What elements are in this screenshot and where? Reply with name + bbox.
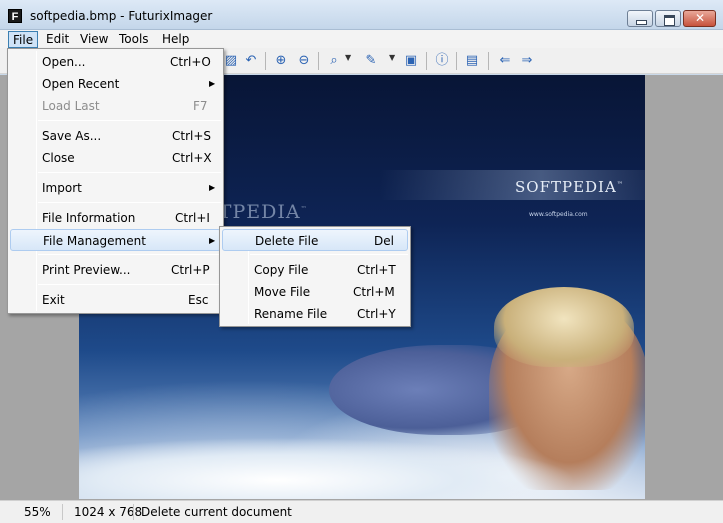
menu-separator bbox=[250, 254, 408, 255]
minimize-button[interactable] bbox=[627, 10, 653, 27]
menu-item-load-last: Load Last F7 bbox=[42, 99, 208, 113]
menu-separator bbox=[38, 254, 221, 255]
file-management-submenu: Delete File Del Copy File Ctrl+T Move Fi… bbox=[219, 226, 411, 327]
close-button[interactable] bbox=[683, 10, 716, 27]
toolbar-separator bbox=[318, 52, 319, 70]
status-dimensions: 1024 x 768 bbox=[74, 505, 143, 519]
menu-item-print-preview[interactable]: Print Preview... Ctrl+P bbox=[10, 259, 221, 281]
zoom-in-icon[interactable]: ⊕ bbox=[272, 52, 290, 70]
title-bar: F softpedia.bmp - FuturixImager bbox=[0, 0, 723, 30]
edit-dropdown-icon[interactable]: ✎ bbox=[362, 52, 380, 70]
toolbar-separator bbox=[426, 52, 427, 70]
chevron-down-icon[interactable]: ▼ bbox=[345, 53, 351, 62]
window-title: softpedia.bmp - FuturixImager bbox=[30, 9, 213, 23]
status-message: Delete current document bbox=[141, 505, 292, 519]
status-zoom: 55% bbox=[24, 505, 51, 519]
menu-item-close[interactable]: Close Ctrl+X bbox=[10, 147, 221, 169]
zoom-dropdown-icon[interactable]: ⌕ bbox=[325, 52, 343, 70]
menu-item-delete-file[interactable]: Delete File Del bbox=[222, 229, 408, 251]
image-foam bbox=[79, 405, 645, 499]
menu-item-rename-file[interactable]: Rename File Ctrl+Y bbox=[222, 303, 408, 325]
image-figure-hair bbox=[494, 287, 634, 367]
info-icon[interactable]: ⓘ bbox=[433, 52, 451, 70]
menu-view[interactable]: View bbox=[76, 31, 112, 48]
browse-folder-icon[interactable]: ▤ bbox=[463, 52, 481, 70]
menu-tools[interactable]: Tools bbox=[115, 31, 153, 48]
menu-item-file-management[interactable]: File Management ▶ bbox=[10, 229, 221, 251]
fit-window-icon[interactable]: ▣ bbox=[402, 52, 420, 70]
image-url-text: www.softpedia.com bbox=[529, 211, 588, 218]
next-icon[interactable]: ⇒ bbox=[518, 52, 536, 70]
image-brand-text: SOFTPEDIA™ bbox=[515, 178, 624, 196]
menu-item-exit[interactable]: Exit Esc bbox=[10, 289, 221, 311]
previous-icon[interactable]: ⇐ bbox=[496, 52, 514, 70]
menu-item-save-as[interactable]: Save As... Ctrl+S bbox=[10, 125, 221, 147]
maximize-button[interactable] bbox=[655, 10, 681, 27]
menu-item-copy-file[interactable]: Copy File Ctrl+T bbox=[222, 259, 408, 281]
submenu-arrow-icon: ▶ bbox=[209, 236, 216, 245]
status-separator bbox=[133, 504, 134, 520]
file-menu: Open... Ctrl+O Open Recent ▶ Load Last F… bbox=[7, 48, 224, 314]
menu-item-file-information[interactable]: File Information Ctrl+I bbox=[10, 207, 221, 229]
toolbar-separator bbox=[456, 52, 457, 70]
undo-icon[interactable]: ↶ bbox=[242, 52, 260, 70]
submenu-arrow-icon: ▶ bbox=[209, 79, 216, 88]
toolbar-separator bbox=[265, 52, 266, 70]
menu-edit[interactable]: Edit bbox=[42, 31, 73, 48]
menu-help[interactable]: Help bbox=[158, 31, 193, 48]
menu-item-open[interactable]: Open... Ctrl+O bbox=[10, 51, 221, 73]
menu-item-open-recent[interactable]: Open Recent ▶ bbox=[10, 73, 221, 95]
toolbar-separator bbox=[488, 52, 489, 70]
menu-separator bbox=[38, 172, 221, 173]
status-separator bbox=[62, 504, 63, 520]
submenu-arrow-icon: ▶ bbox=[209, 183, 216, 192]
menu-separator bbox=[38, 120, 221, 121]
chevron-down-icon[interactable]: ▼ bbox=[389, 53, 395, 62]
menu-bar: File Edit View Tools Help bbox=[0, 30, 723, 48]
menu-item-import[interactable]: Import ▶ bbox=[10, 177, 221, 199]
menu-item-move-file[interactable]: Move File Ctrl+M bbox=[222, 281, 408, 303]
menu-file[interactable]: File bbox=[8, 31, 39, 48]
status-bar: 55% 1024 x 768 Delete current document bbox=[0, 500, 723, 523]
menu-separator bbox=[38, 202, 221, 203]
zoom-out-icon[interactable]: ⊖ bbox=[295, 52, 313, 70]
rotate-icon[interactable]: ▨ bbox=[222, 52, 240, 70]
app-icon[interactable]: F bbox=[8, 9, 22, 23]
menu-separator bbox=[38, 284, 221, 285]
